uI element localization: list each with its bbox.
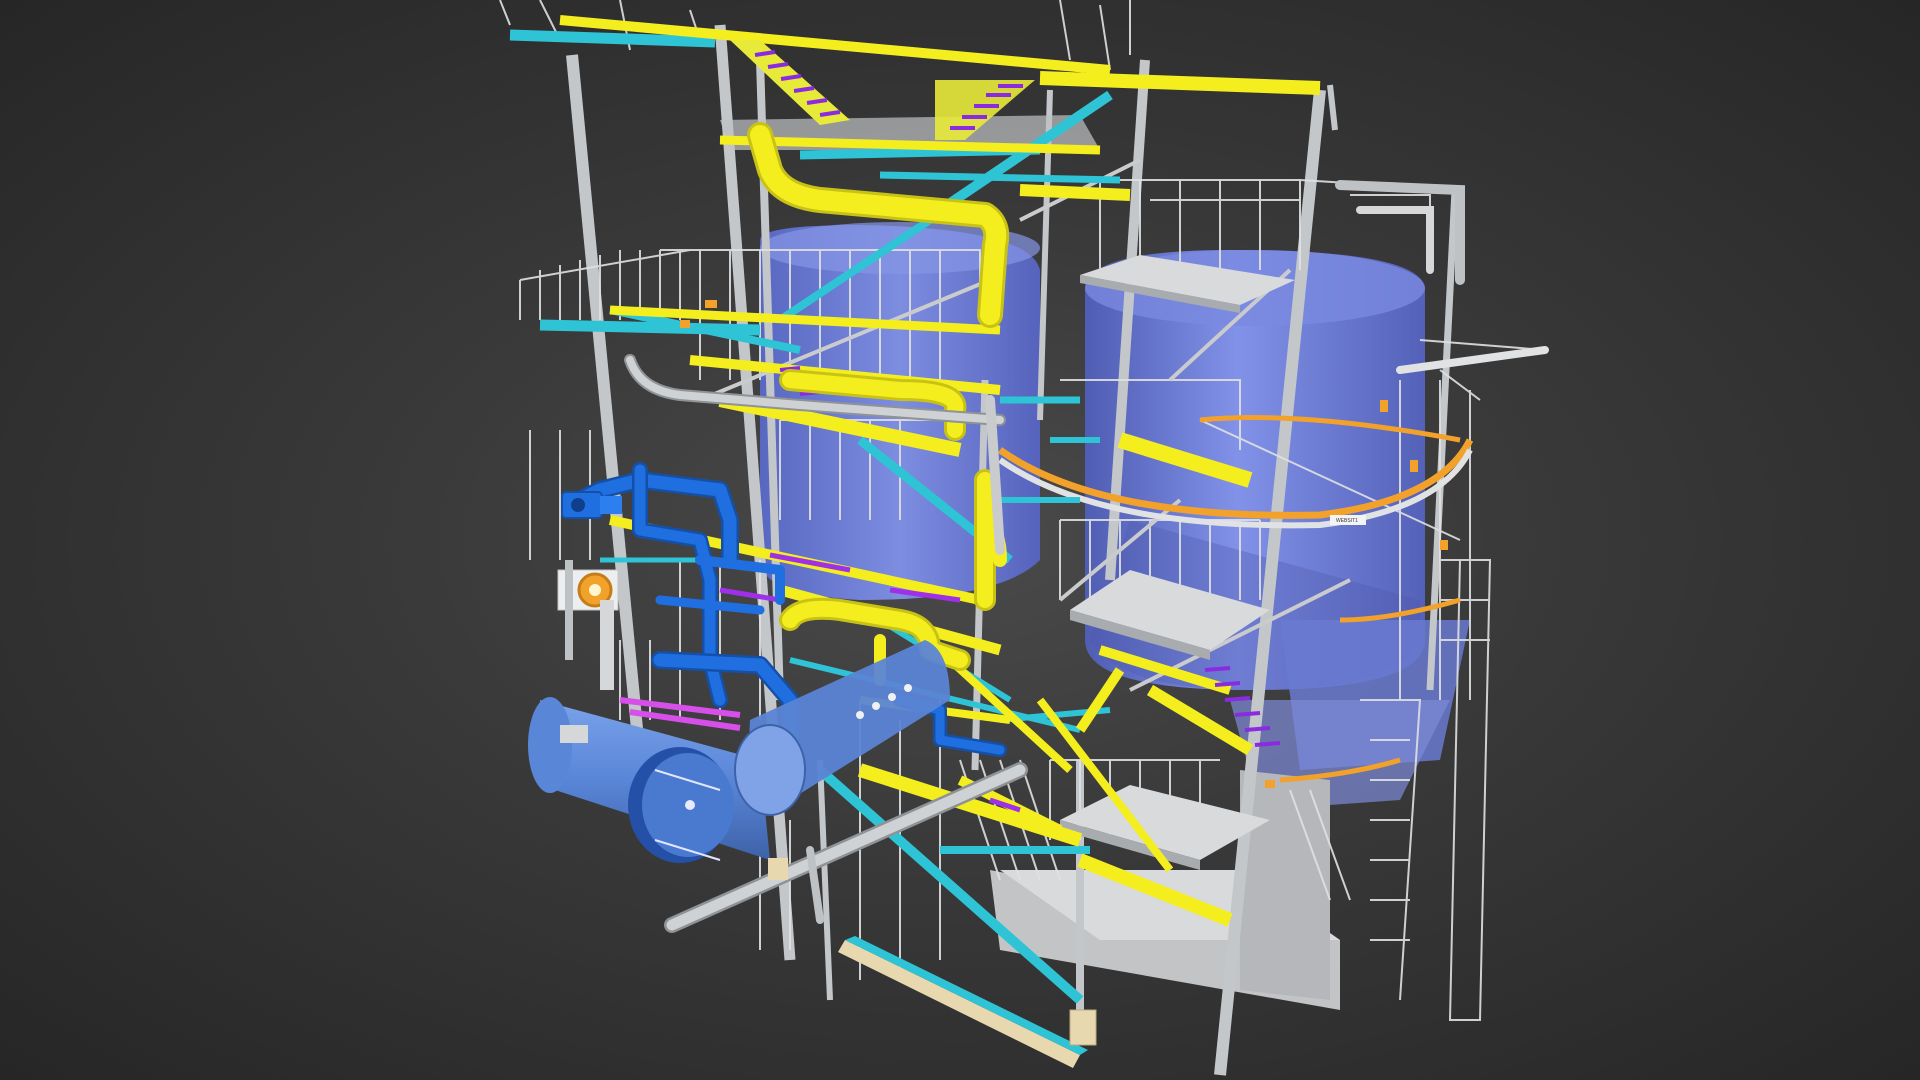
drum-nozzle-box bbox=[560, 725, 588, 743]
left-equipment-skid[interactable] bbox=[557, 560, 619, 690]
horizontal-drum-vessel[interactable] bbox=[528, 697, 770, 863]
3d-model-viewport[interactable]: WEBSIT1 bbox=[0, 0, 1920, 1080]
equipment-tag-text: WEBSIT1 bbox=[1336, 518, 1358, 524]
plant-model-scene[interactable]: WEBSIT1 bbox=[0, 0, 1920, 1080]
